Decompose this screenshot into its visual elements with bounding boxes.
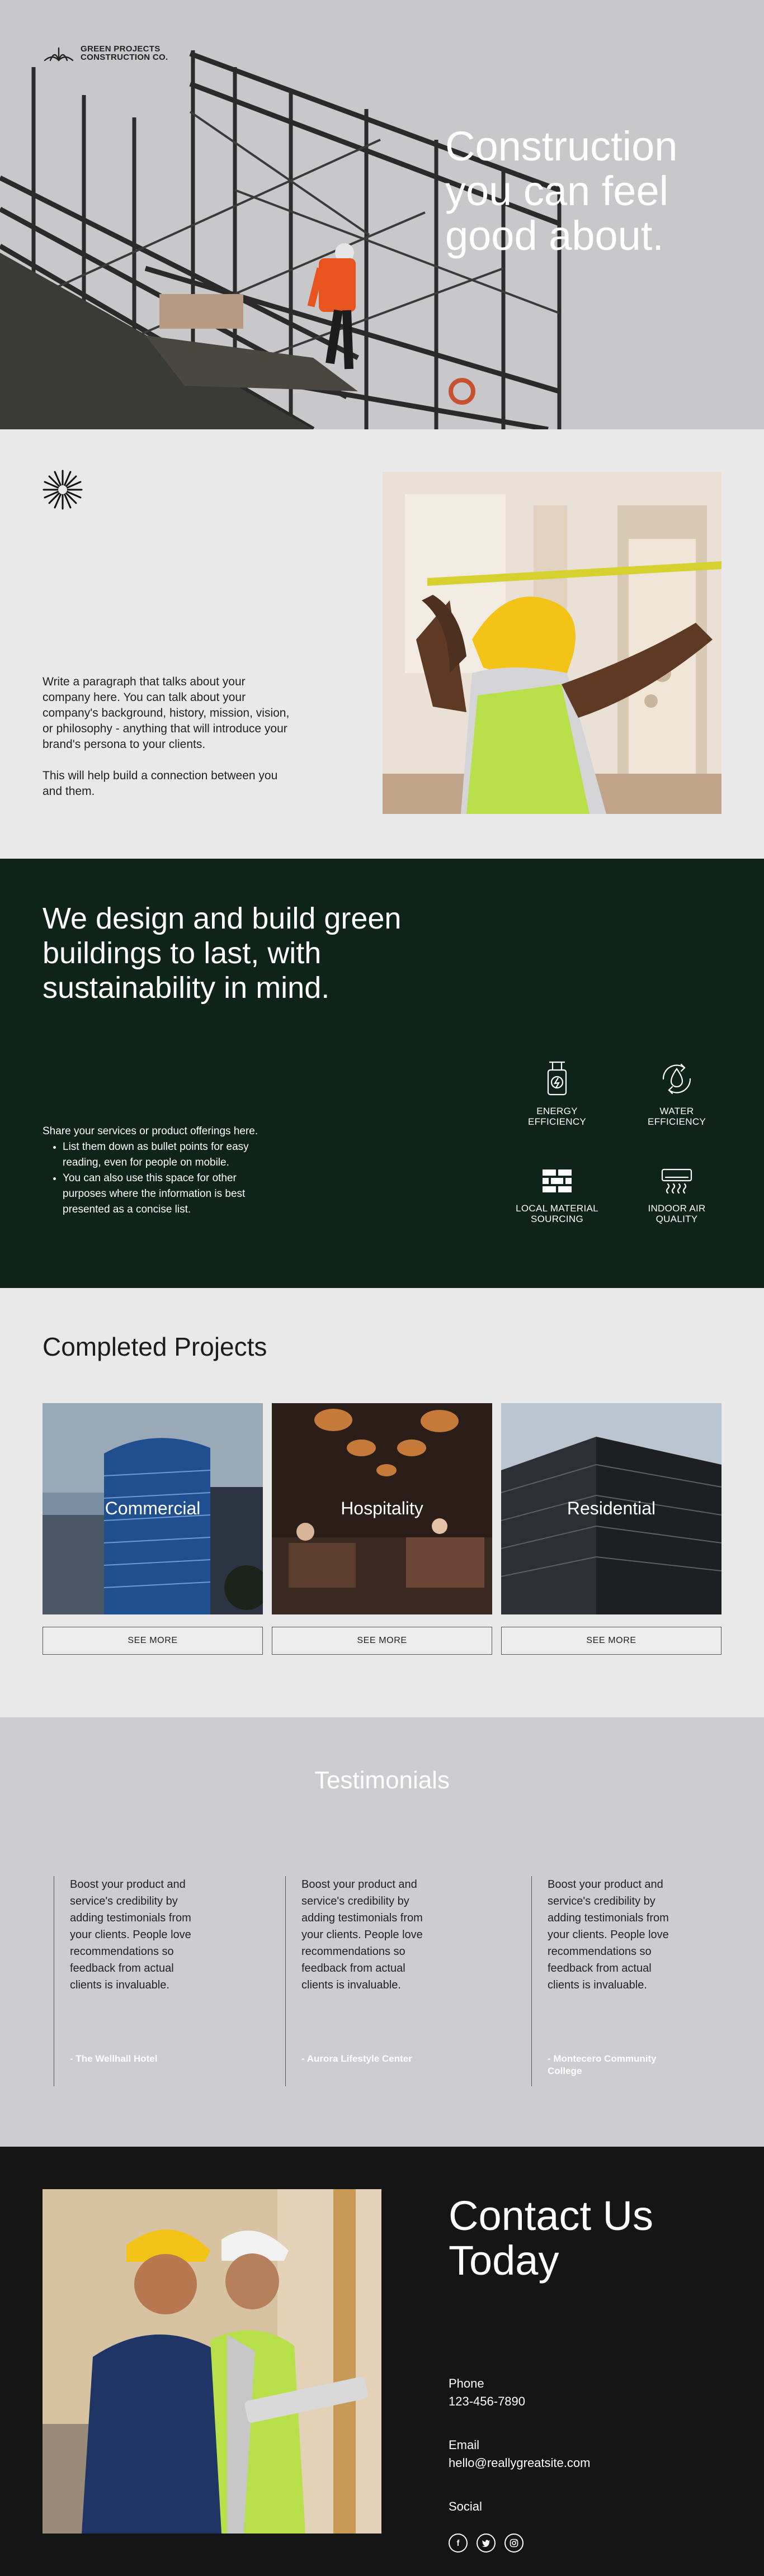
company-logo-icon [44,47,74,61]
feature-water-efficiency: WATER EFFICIENCY [621,1060,733,1127]
company-name-line-2: CONSTRUCTION CO. [81,53,168,62]
contact-email: Email hello@reallygreatsite.com [449,2436,590,2472]
services-copy: Share your services or product offerings… [43,1124,283,1218]
testimonial-author: - Aurora Lifestyle Center [301,2053,412,2064]
email-value[interactable]: hello@reallygreatsite.com [449,2454,590,2472]
company-name: GREEN PROJECTS CONSTRUCTION CO. [81,45,192,61]
twitter-icon[interactable] [477,2534,496,2553]
contact-social: Social [449,2498,482,2516]
testimonials-section: Testimonials Boost your product and serv… [0,1717,764,2147]
contact-phone: Phone 123-456-7890 [449,2375,525,2411]
projects-section: Completed Projects Commercial SEE MORE H… [0,1288,764,1717]
worker-measuring-image [383,472,721,814]
energy-efficiency-icon [547,1061,567,1096]
social-icons: f [449,2534,524,2553]
hero-section: GREEN PROJECTS CONSTRUCTION CO. Construc… [0,0,764,429]
about-text: Write a paragraph that talks about your … [43,674,294,799]
project-image-hospitality[interactable]: Hospitality [272,1403,492,1614]
contact-heading: Contact Us Today [449,2193,654,2284]
two-workers-image [43,2189,381,2534]
about-paragraph-1: Write a paragraph that talks about your … [43,675,290,751]
phone-label: Phone [449,2376,484,2390]
hero-title: Construction you can feel good about. [445,123,678,259]
services-section: We design and build green buildings to l… [0,859,764,1288]
feature-label-line-1: INDOOR AIR [648,1203,706,1214]
company-name-line-1: GREEN PROJECTS [81,44,161,54]
services-bullet-list: List them down as bullet points for easy… [63,1139,283,1218]
see-more-button-residential[interactable]: SEE MORE [501,1627,721,1655]
feature-label-line-2: QUALITY [655,1214,698,1224]
project-card-residential: Residential SEE MORE [501,1403,721,1655]
testimonial-card: Boost your product and service's credibi… [54,1876,202,2086]
worker-measuring-photo [383,472,721,814]
testimonial-author: - Montecero Community College [548,2053,657,2076]
project-label: Residential [567,1498,656,1518]
feature-label-line-1: LOCAL MATERIAL [516,1203,598,1214]
testimonials-heading: Testimonials [314,1767,450,1794]
feature-label-line-2: SOURCING [530,1214,583,1224]
about-paragraph-2: This will help build a connection betwee… [43,769,278,798]
starburst-icon [43,470,83,510]
feature-local-material-sourcing: LOCAL MATERIAL SOURCING [501,1166,613,1224]
feature-label-line-1: WATER [659,1106,694,1116]
about-section: Write a paragraph that talks about your … [0,429,764,859]
testimonial-text: Boost your product and service's credibi… [548,1878,669,1991]
testimonial-text: Boost your product and service's credibi… [301,1878,423,1991]
see-more-button-hospitality[interactable]: SEE MORE [272,1627,492,1655]
testimonial-card: Boost your product and service's credibi… [285,1876,434,2086]
services-bullet: You can also use this space for other pu… [63,1171,283,1218]
feature-indoor-air-quality: INDOOR AIR QUALITY [621,1166,733,1224]
local-material-sourcing-icon [543,1169,572,1192]
social-label: Social [449,2499,482,2513]
workers-photo [43,2189,381,2534]
phone-value[interactable]: 123-456-7890 [449,2393,525,2411]
project-card-hospitality: Hospitality SEE MORE [272,1403,492,1655]
facebook-icon[interactable]: f [449,2534,468,2553]
see-more-button-commercial[interactable]: SEE MORE [43,1627,263,1655]
project-label: Hospitality [341,1498,423,1518]
testimonial-author: - The Wellhall Hotel [70,2053,158,2064]
project-label: Commercial [105,1498,201,1518]
feature-label-line-2: EFFICIENCY [647,1116,706,1127]
feature-label-line-2: EFFICIENCY [527,1116,587,1127]
email-label: Email [449,2438,480,2452]
feature-label-line-1: ENERGY [536,1106,578,1116]
project-image-commercial[interactable]: Commercial [43,1403,263,1614]
testimonial-card: Boost your product and service's credibi… [531,1876,680,2086]
services-bullet: List them down as bullet points for easy… [63,1139,283,1171]
project-image-residential[interactable]: Residential [501,1403,721,1614]
water-efficiency-icon [662,1063,691,1095]
brand-logo[interactable]: GREEN PROJECTS CONSTRUCTION CO. [43,44,192,63]
instagram-icon[interactable] [504,2534,524,2553]
feature-energy-efficiency: ENERGY EFFICIENCY [501,1060,613,1127]
project-card-commercial: Commercial SEE MORE [43,1403,263,1655]
indoor-air-quality-icon [661,1168,692,1194]
features-grid: ENERGY EFFICIENCY WATER EFFICIENCY LOCAL… [501,1060,736,1250]
projects-heading: Completed Projects [43,1332,267,1361]
services-heading: We design and build green buildings to l… [43,902,402,1005]
contact-section: Contact Us Today Phone 123-456-7890 Emai… [0,2147,764,2576]
testimonial-text: Boost your product and service's credibi… [70,1878,191,1991]
services-intro: Share your services or product offerings… [43,1125,258,1137]
